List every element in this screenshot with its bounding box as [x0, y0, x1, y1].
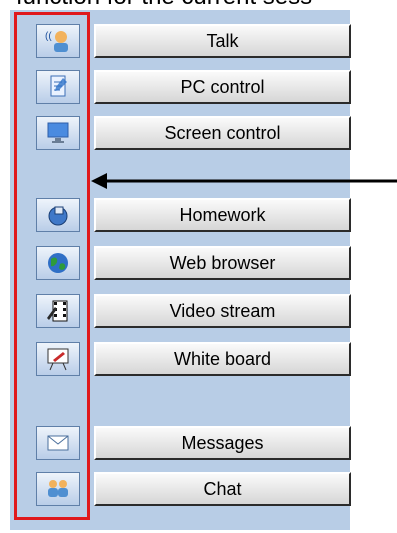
web-browser-icon[interactable]	[36, 246, 80, 280]
chat-icon[interactable]	[36, 472, 80, 506]
screen-control-label: Screen control	[164, 122, 281, 143]
pc-control-icon[interactable]	[36, 70, 80, 104]
svg-text:((: ((	[45, 31, 52, 42]
row-video-stream: Video stream	[26, 294, 351, 328]
chat-label: Chat	[203, 478, 242, 499]
talk-label: Talk	[206, 30, 239, 51]
white-board-label: White board	[173, 348, 272, 369]
homework-label: Homework	[179, 204, 266, 225]
homework-button[interactable]: Homework	[94, 198, 351, 232]
messages-icon[interactable]	[36, 426, 80, 460]
messages-label: Messages	[181, 432, 264, 453]
video-stream-button[interactable]: Video stream	[94, 294, 351, 328]
video-stream-icon[interactable]	[36, 294, 80, 328]
chat-button[interactable]: Chat	[94, 472, 351, 506]
row-web-browser: Web browser	[26, 246, 351, 280]
screen-control-button[interactable]: Screen control	[94, 116, 351, 150]
function-panel: (( Talk PC control Screen control Homewo…	[10, 10, 351, 530]
pc-control-button[interactable]: PC control	[94, 70, 351, 104]
row-screen-control: Screen control	[26, 116, 351, 150]
messages-button[interactable]: Messages	[94, 426, 351, 460]
row-messages: Messages	[26, 426, 351, 460]
row-chat: Chat	[26, 472, 351, 506]
white-board-icon[interactable]	[36, 342, 80, 376]
talk-icon[interactable]: ((	[36, 24, 80, 58]
pointer-arrow-icon	[91, 173, 397, 189]
homework-icon[interactable]	[36, 198, 80, 232]
web-browser-button[interactable]: Web browser	[94, 246, 351, 280]
white-board-button[interactable]: White board	[94, 342, 351, 376]
row-pc-control: PC control	[26, 70, 351, 104]
web-browser-label: Web browser	[169, 252, 276, 273]
row-talk: (( Talk	[26, 24, 351, 58]
row-white-board: White board	[26, 342, 351, 376]
pc-control-label: PC control	[180, 76, 265, 97]
video-stream-label: Video stream	[169, 300, 276, 321]
talk-button[interactable]: Talk	[94, 24, 351, 58]
screen-control-icon[interactable]	[36, 116, 80, 150]
row-homework: Homework	[26, 198, 351, 232]
